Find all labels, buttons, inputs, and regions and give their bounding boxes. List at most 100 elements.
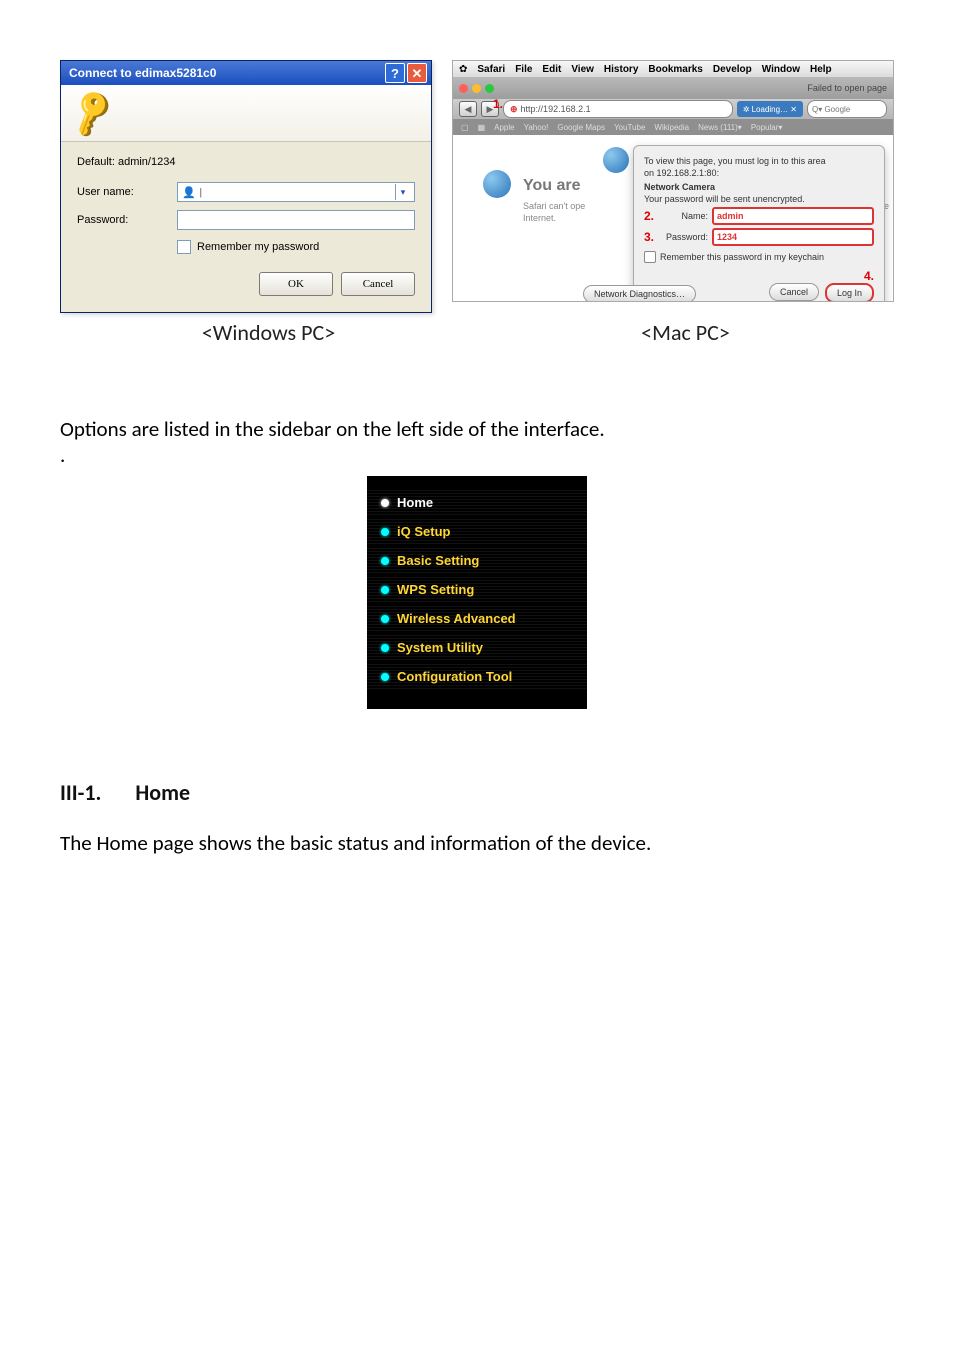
bm-gmaps[interactable]: Google Maps [557, 123, 605, 132]
cancel-button[interactable]: Cancel [341, 272, 415, 296]
device-sidebar: Home iQ Setup Basic Setting WPS Setting … [367, 476, 587, 709]
bm-popular[interactable]: Popular▾ [751, 123, 783, 132]
mac-safari-window: ✿ Safari File Edit View History Bookmark… [452, 60, 894, 302]
windows-titlebar: Connect to edimax5281c0 ? ✕ [61, 61, 431, 85]
sidebar-item-label: Wireless Advanced [397, 611, 516, 626]
help-icon[interactable]: ? [385, 63, 405, 83]
auth-sheet: To view this page, you must log in to th… [633, 145, 885, 302]
bm-apple[interactable]: Apple [494, 123, 514, 132]
sidebar-item-iq-setup[interactable]: iQ Setup [367, 517, 587, 546]
apple-icon: ✿ [459, 64, 467, 75]
remember-password-checkbox[interactable]: Remember my password [177, 240, 415, 254]
windows-auth-dialog: Connect to edimax5281c0 ? ✕ 🔑 Default: a… [60, 60, 432, 313]
sidebar-item-basic-setting[interactable]: Basic Setting [367, 546, 587, 575]
network-diagnostics-button[interactable]: Network Diagnostics… [583, 285, 696, 302]
min-dot-icon[interactable] [472, 84, 481, 93]
sheet-msg-1: To view this page, you must log in to th… [644, 156, 874, 166]
sheet-realm: Network Camera [644, 182, 874, 192]
section-number: III-1. [60, 779, 101, 806]
remember-label: Remember my password [197, 241, 319, 253]
address-bar[interactable]: ⊕ http://192.168.2.1 [503, 100, 733, 118]
sheet-remember-label: Remember this password in my keychain [660, 252, 824, 262]
bullet-icon [381, 586, 389, 594]
windows-title: Connect to edimax5281c0 [69, 61, 383, 85]
back-button[interactable]: ◀ [459, 101, 477, 117]
sidebar-item-label: Home [397, 495, 433, 510]
bullet-icon [381, 644, 389, 652]
google-search[interactable]: Q▾ Google [807, 100, 887, 118]
loading-badge[interactable]: ✲Loading… ✕ [737, 101, 803, 117]
close-dot-icon[interactable] [459, 84, 468, 93]
sheet-login-button[interactable]: Log In [825, 283, 874, 302]
menu-help[interactable]: Help [810, 64, 832, 75]
annot-3: 3. [644, 230, 654, 244]
ok-button[interactable]: OK [259, 272, 333, 296]
username-label: User name: [77, 186, 177, 198]
menu-history[interactable]: History [604, 64, 638, 75]
sidebar-item-wps-setting[interactable]: WPS Setting [367, 575, 587, 604]
sidebar-item-label: Configuration Tool [397, 669, 512, 684]
globe-icon [603, 147, 629, 173]
sidebar-item-wireless-advanced[interactable]: Wireless Advanced [367, 604, 587, 633]
sheet-cancel-button[interactable]: Cancel [769, 283, 819, 301]
error-sub2: Internet. [523, 213, 556, 223]
bookmarks-bar: ▢ ▦ Apple Yahoo! Google Maps YouTube Wik… [453, 119, 893, 135]
sidebar-item-system-utility[interactable]: System Utility [367, 633, 587, 662]
sidebar-item-label: WPS Setting [397, 582, 474, 597]
sheet-name-input[interactable] [712, 207, 874, 225]
menu-window[interactable]: Window [762, 64, 800, 75]
bullet-icon [381, 673, 389, 681]
sidebar-item-label: Basic Setting [397, 553, 479, 568]
bm-wikipedia[interactable]: Wikipedia [654, 123, 689, 132]
sheet-warn: Your password will be sent unencrypted. [644, 194, 874, 204]
sheet-remember-checkbox[interactable]: Remember this password in my keychain [644, 251, 874, 263]
sidebar-item-home[interactable]: Home [367, 488, 587, 517]
windows-banner: 🔑 [61, 85, 431, 142]
section-text: The Home page shows the basic status and… [60, 830, 894, 856]
username-input[interactable]: 👤 | ▾ [177, 182, 415, 202]
mac-menubar: ✿ Safari File Edit View History Bookmark… [453, 61, 893, 77]
mac-nav-row: ◀ ▶ ⊕ http://192.168.2.1 ✲Loading… ✕ Q▾ … [453, 99, 893, 119]
globe-icon [483, 170, 511, 198]
annot-1: 1. [493, 97, 503, 111]
sheet-name-label: Name: [658, 211, 708, 221]
menu-develop[interactable]: Develop [713, 64, 752, 75]
stray-period: . [60, 442, 894, 468]
paragraph-options: Options are listed in the sidebar on the… [60, 416, 894, 442]
bullet-icon [381, 615, 389, 623]
menu-safari[interactable]: Safari [477, 64, 505, 75]
checkbox-icon [644, 251, 656, 263]
bm-news[interactable]: News (111)▾ [698, 123, 742, 132]
bookmarks-icon[interactable]: ▢ [461, 123, 469, 132]
person-icon: 👤 [182, 186, 196, 199]
bullet-icon [381, 499, 389, 507]
sheet-msg-1b: on 192.168.2.1:80: [644, 168, 874, 178]
bullet-icon [381, 557, 389, 565]
sidebar-item-configuration-tool[interactable]: Configuration Tool [367, 662, 587, 691]
password-input[interactable] [177, 210, 415, 230]
menu-file[interactable]: File [515, 64, 532, 75]
bm-yahoo[interactable]: Yahoo! [524, 123, 549, 132]
checkbox-icon [177, 240, 191, 254]
zoom-dot-icon[interactable] [485, 84, 494, 93]
close-icon[interactable]: ✕ [407, 63, 427, 83]
error-heading: You are [523, 177, 581, 195]
traffic-lights [459, 84, 494, 93]
caption-windows: <Windows PC> [60, 319, 477, 346]
annot-2: 2. [644, 209, 654, 223]
sidebar-item-label: iQ Setup [397, 524, 450, 539]
mac-page-body: 1. You are Safari can't ope Internet. n'… [453, 135, 893, 302]
default-credentials-hint: Default: admin/1234 [77, 156, 415, 168]
window-caption: Failed to open page [807, 83, 887, 93]
chevron-down-icon[interactable]: ▾ [395, 184, 410, 200]
menu-view[interactable]: View [571, 64, 594, 75]
sheet-pass-input[interactable] [712, 228, 874, 246]
menu-edit[interactable]: Edit [542, 64, 561, 75]
sidebar-item-label: System Utility [397, 640, 483, 655]
mac-toolbar: Failed to open page [453, 77, 893, 99]
menu-bookmarks[interactable]: Bookmarks [648, 64, 702, 75]
grid-icon[interactable]: ▦ [478, 123, 486, 132]
bm-youtube[interactable]: YouTube [614, 123, 645, 132]
section-title: Home [135, 779, 190, 806]
annot-4: 4. [864, 269, 874, 283]
